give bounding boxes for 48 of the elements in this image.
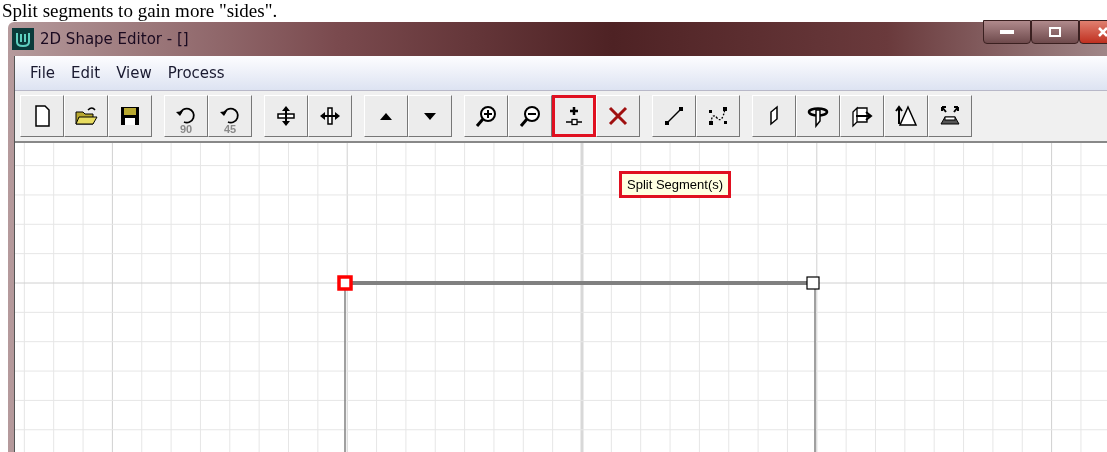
toolbar-button[interactable] [108,95,152,137]
toolbar-button[interactable] [408,95,452,137]
app-icon [12,28,34,50]
toolbar-button[interactable] [20,95,64,137]
curve-icon [706,104,730,128]
drawing-canvas[interactable]: Split Segment(s) [15,143,1107,452]
menu-item[interactable]: Edit [64,61,108,85]
folder-icon [74,104,98,128]
toolbar-button[interactable] [508,95,552,137]
extrude-icon [850,104,874,128]
toolbar-button[interactable] [696,95,740,137]
bevel-icon [938,104,962,128]
toolbar-button[interactable] [552,95,596,137]
window-title: 2D Shape Editor - [] [40,30,189,48]
maximize-button[interactable] [1031,20,1079,44]
toolbar-button[interactable] [840,95,884,137]
toolbar-button[interactable] [364,95,408,137]
revolve-icon [806,104,830,128]
toolbar-button[interactable] [264,95,308,137]
zoom-out-icon [518,104,542,128]
zoom-in-icon [474,104,498,128]
vertex-handle[interactable] [806,276,820,290]
caption-text: Split segments to gain more "sides". [1,0,279,22]
toolbar-button[interactable] [464,95,508,137]
toolbar-button[interactable] [884,95,928,137]
toolbar-button[interactable] [928,95,972,137]
line-icon [662,104,686,128]
menu-item[interactable]: View [109,61,159,85]
minimize-button[interactable] [983,20,1031,44]
toolbar-button[interactable] [308,95,352,137]
down-triangle-icon [424,112,436,120]
maximize-icon [1049,27,1061,37]
toolbar-button[interactable] [596,95,640,137]
tooltip: Split Segment(s) [619,171,732,198]
toolbar-button[interactable] [64,95,108,137]
close-icon [1097,26,1107,38]
flip-horizontal-icon [318,104,342,128]
minimize-icon [1000,30,1014,34]
toolbar-button[interactable] [752,95,796,137]
toolbar-button[interactable] [652,95,696,137]
flip-vertical-icon [274,104,298,128]
menu-item[interactable]: Process [160,61,232,85]
up-triangle-icon [380,112,392,120]
pyramid-icon [894,104,918,128]
menu-item[interactable]: File [23,61,63,85]
delete-x-icon [606,104,630,128]
toolbar-button[interactable] [796,95,840,137]
vertex-handle[interactable] [337,275,353,291]
